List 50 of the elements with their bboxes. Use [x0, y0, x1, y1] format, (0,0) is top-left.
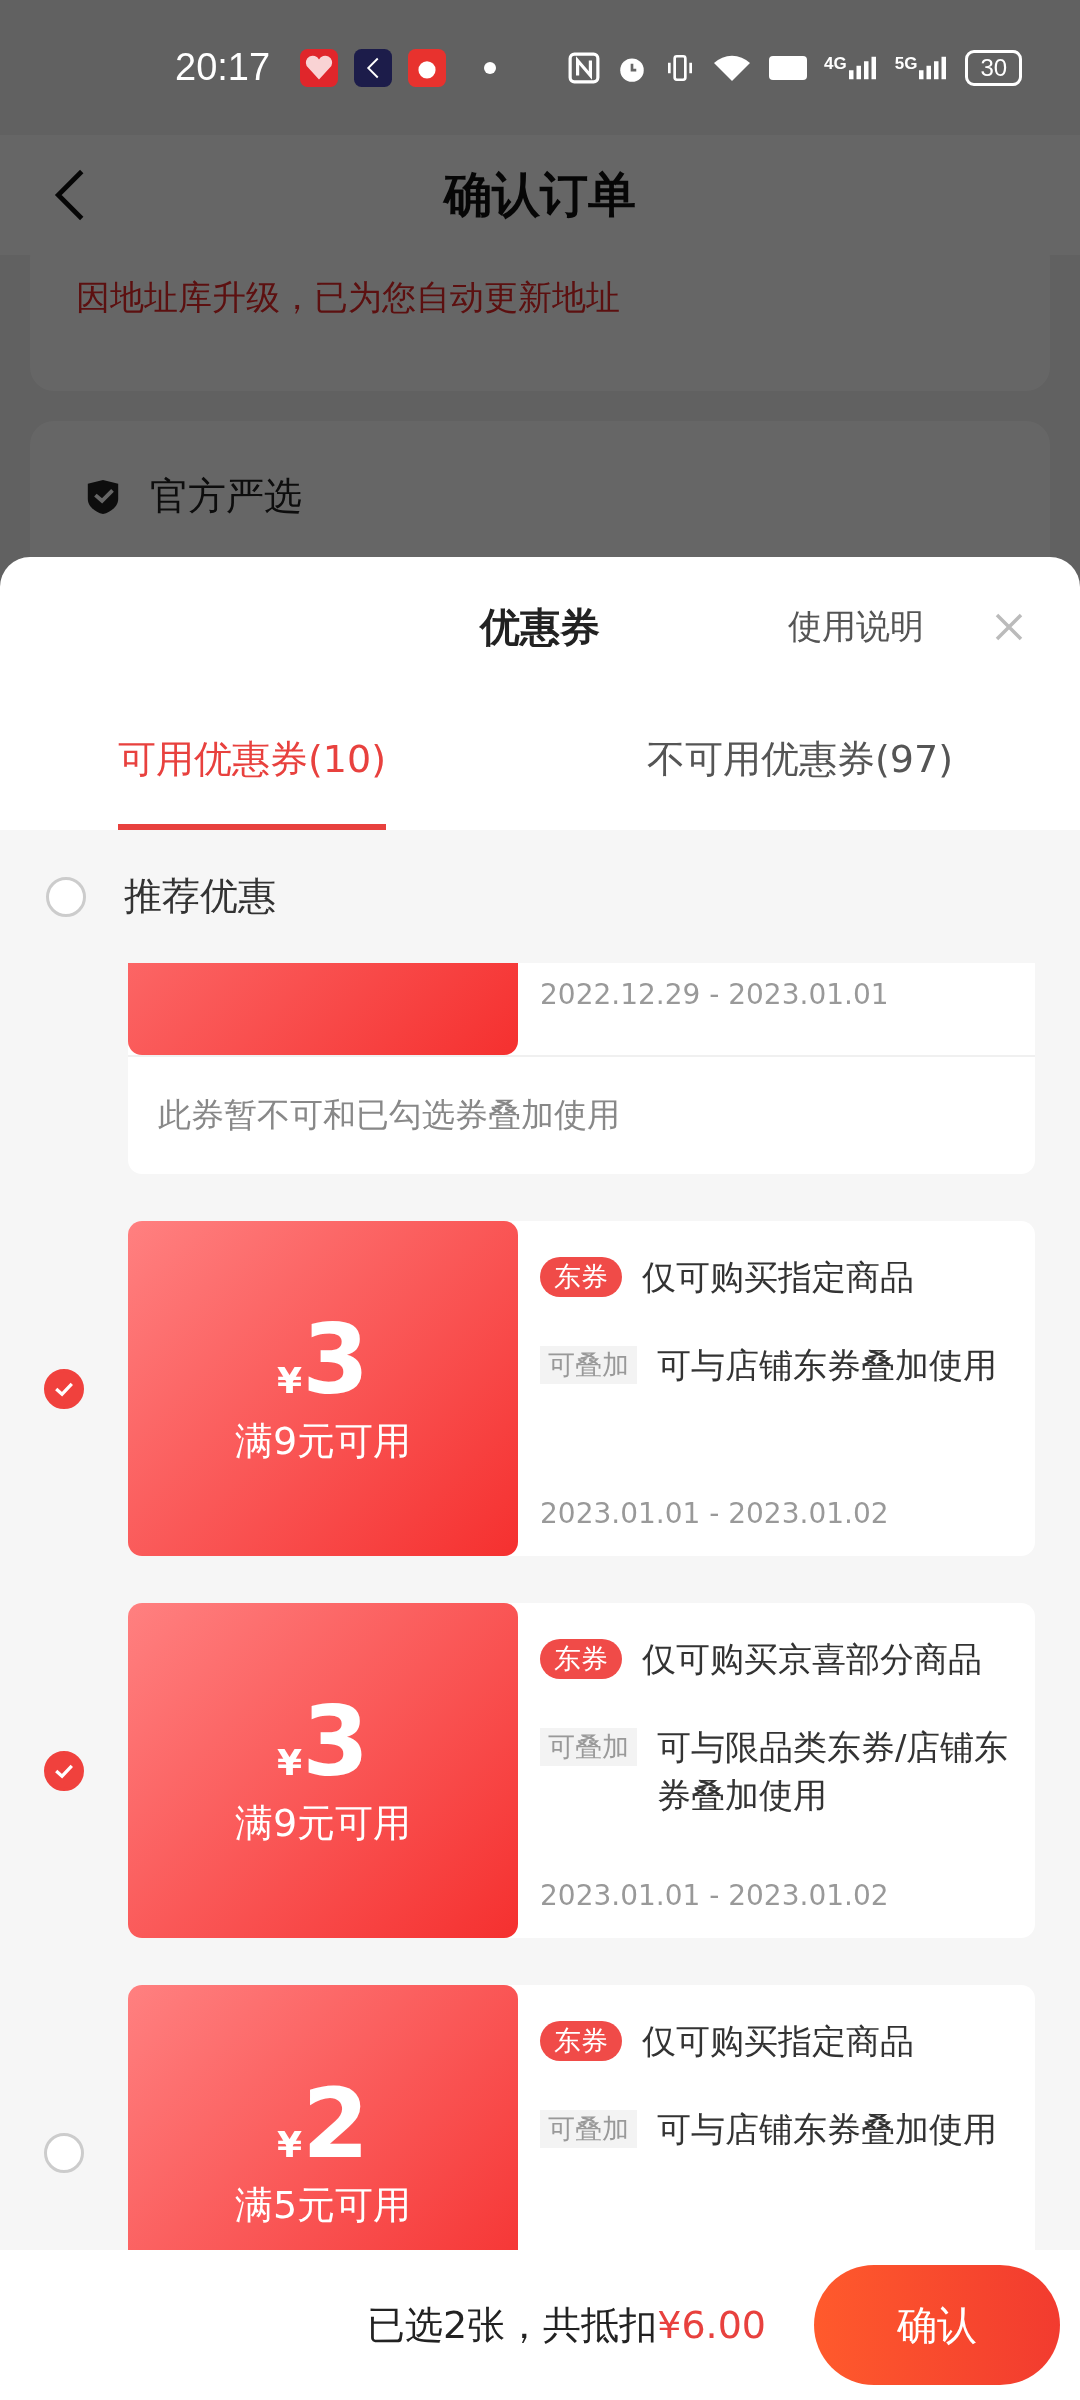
coupon-amount: 3 [302, 1309, 369, 1411]
coupon-date: 2023.01.01 - 2023.01.02 [540, 1497, 890, 1530]
close-icon[interactable] [994, 612, 1024, 642]
sheet-title: 优惠券 [480, 602, 600, 652]
tab[interactable]: 不可用优惠券(97) [647, 697, 953, 830]
coupon-scope: 仅可购买京喜部分商品 [642, 1639, 982, 1679]
coupon-scope: 仅可购买指定商品 [642, 1257, 914, 1297]
coupon-note: 此券暂不可和已勾选券叠加使用 [157, 1094, 621, 1136]
checkbox[interactable] [44, 2132, 84, 2173]
notification-dot-icon [484, 61, 497, 74]
stack-tag: 可叠加 [540, 1346, 637, 1384]
nfc-icon [568, 51, 601, 84]
coupon-amount: 2 [302, 2073, 369, 2175]
coupon-scope: 仅可购买指定商品 [642, 2021, 914, 2061]
stack-info: 可与店铺东券叠加使用 [657, 2108, 997, 2151]
page-title: 确认订单 [444, 165, 636, 224]
coupon-tag: 东券 [540, 1639, 622, 1679]
stack-info: 可与店铺东券叠加使用 [657, 1344, 997, 1387]
confirm-button[interactable]: 确认 [814, 2265, 1060, 2385]
currency-sign: ¥ [277, 1741, 303, 1783]
coupon-threshold: 满5元可用 [234, 2182, 412, 2230]
discount-total: ¥6.00 [657, 2303, 766, 2347]
selection-summary: 已选2张，共抵扣 [367, 2301, 658, 2349]
coupon-date: 2023.01.01 - 2023.01.02 [540, 1879, 890, 1912]
back-icon[interactable] [54, 167, 86, 223]
help-link[interactable]: 使用说明 [788, 604, 924, 650]
store-name: 官方严选 [150, 473, 302, 520]
stack-tag: 可叠加 [540, 2110, 637, 2148]
network-label: 5G [894, 53, 918, 74]
checkbox[interactable] [44, 1750, 84, 1791]
stack-info: 可与限品类东券/店铺东券叠加使用 [657, 1726, 1009, 1817]
coupon-threshold: 满9元可用 [234, 1418, 412, 1466]
coupon-tag: 东券 [540, 1257, 622, 1297]
coupon-threshold: 满9元可用 [234, 1800, 412, 1848]
currency-sign: ¥ [277, 2123, 303, 2165]
checkbox[interactable] [44, 1368, 84, 1409]
recommend-label: 推荐优惠 [124, 873, 276, 920]
coupon-date: 2022.12.29 - 2023.01.01 [540, 978, 889, 1011]
coupon-amount: 3 [302, 1691, 369, 1793]
stack-tag: 可叠加 [540, 1728, 637, 1766]
address-notice: 因地址库升级，已为您自动更新地址 [76, 277, 620, 317]
status-time: 20:17 [175, 46, 271, 89]
app-icon [354, 48, 393, 87]
network-label: 4G [824, 53, 847, 74]
battery-indicator: 30 [965, 49, 1023, 86]
checkbox[interactable] [46, 876, 86, 917]
app-icon [408, 48, 447, 87]
coupon-tag: 东券 [540, 2021, 622, 2061]
currency-sign: ¥ [277, 1359, 303, 1401]
app-icon [300, 48, 339, 87]
